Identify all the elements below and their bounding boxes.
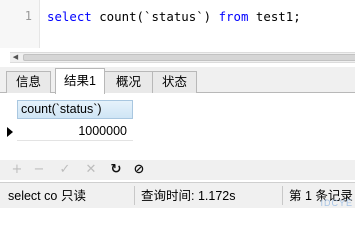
result-cell[interactable]: 1000000: [17, 121, 133, 141]
result-tab-bar: 信息 结果1 概况 状态: [0, 67, 355, 94]
column-header-count-status[interactable]: count(`status`): [17, 100, 133, 119]
refresh-icon[interactable]: ↻: [108, 160, 124, 180]
sql-expression: count(`status`): [91, 9, 219, 24]
tab-info[interactable]: 信息: [6, 71, 51, 93]
tab-overview[interactable]: 概况: [104, 71, 153, 93]
status-divider: [282, 186, 283, 205]
grid-toolbar: + − ✓ ✕ ↻ ⊘: [0, 160, 355, 180]
current-row-indicator-icon: [7, 127, 13, 137]
apply-changes-icon[interactable]: ✓: [57, 160, 73, 180]
sql-keyword-from: from: [218, 9, 249, 24]
status-query-time: 查询时间: 1.172s: [141, 189, 236, 203]
sql-table-name: test1;: [248, 9, 301, 24]
delete-record-icon[interactable]: −: [31, 160, 47, 180]
status-readonly: 只读: [61, 189, 87, 203]
sql-keyword-select: select: [47, 9, 92, 24]
tab-result-1[interactable]: 结果1: [55, 68, 105, 94]
status-bar: select co 只读 查询时间: 1.172s 第 1 条记录 IDCYE: [0, 182, 355, 208]
scroll-left-arrow-icon[interactable]: ◀: [10, 53, 21, 62]
line-number-gutter: 1: [0, 0, 40, 48]
add-record-icon[interactable]: +: [9, 160, 25, 180]
stop-icon[interactable]: ⊘: [131, 160, 147, 180]
editor-horizontal-scrollbar[interactable]: ◀: [10, 52, 355, 63]
status-divider: [134, 186, 135, 205]
watermark-logo: IDCYE: [320, 198, 353, 208]
scrollbar-thumb[interactable]: [23, 54, 355, 61]
sql-editor[interactable]: 1 select count(`status`) from test1;: [0, 0, 355, 48]
status-sql-preview: select co: [8, 189, 58, 203]
discard-changes-icon[interactable]: ✕: [83, 160, 99, 180]
result-grid[interactable]: count(`status`) 1000000: [0, 93, 355, 156]
sql-code-line[interactable]: select count(`status`) from test1;: [47, 9, 301, 24]
line-number: 1: [24, 9, 32, 23]
tab-status[interactable]: 状态: [152, 71, 197, 93]
